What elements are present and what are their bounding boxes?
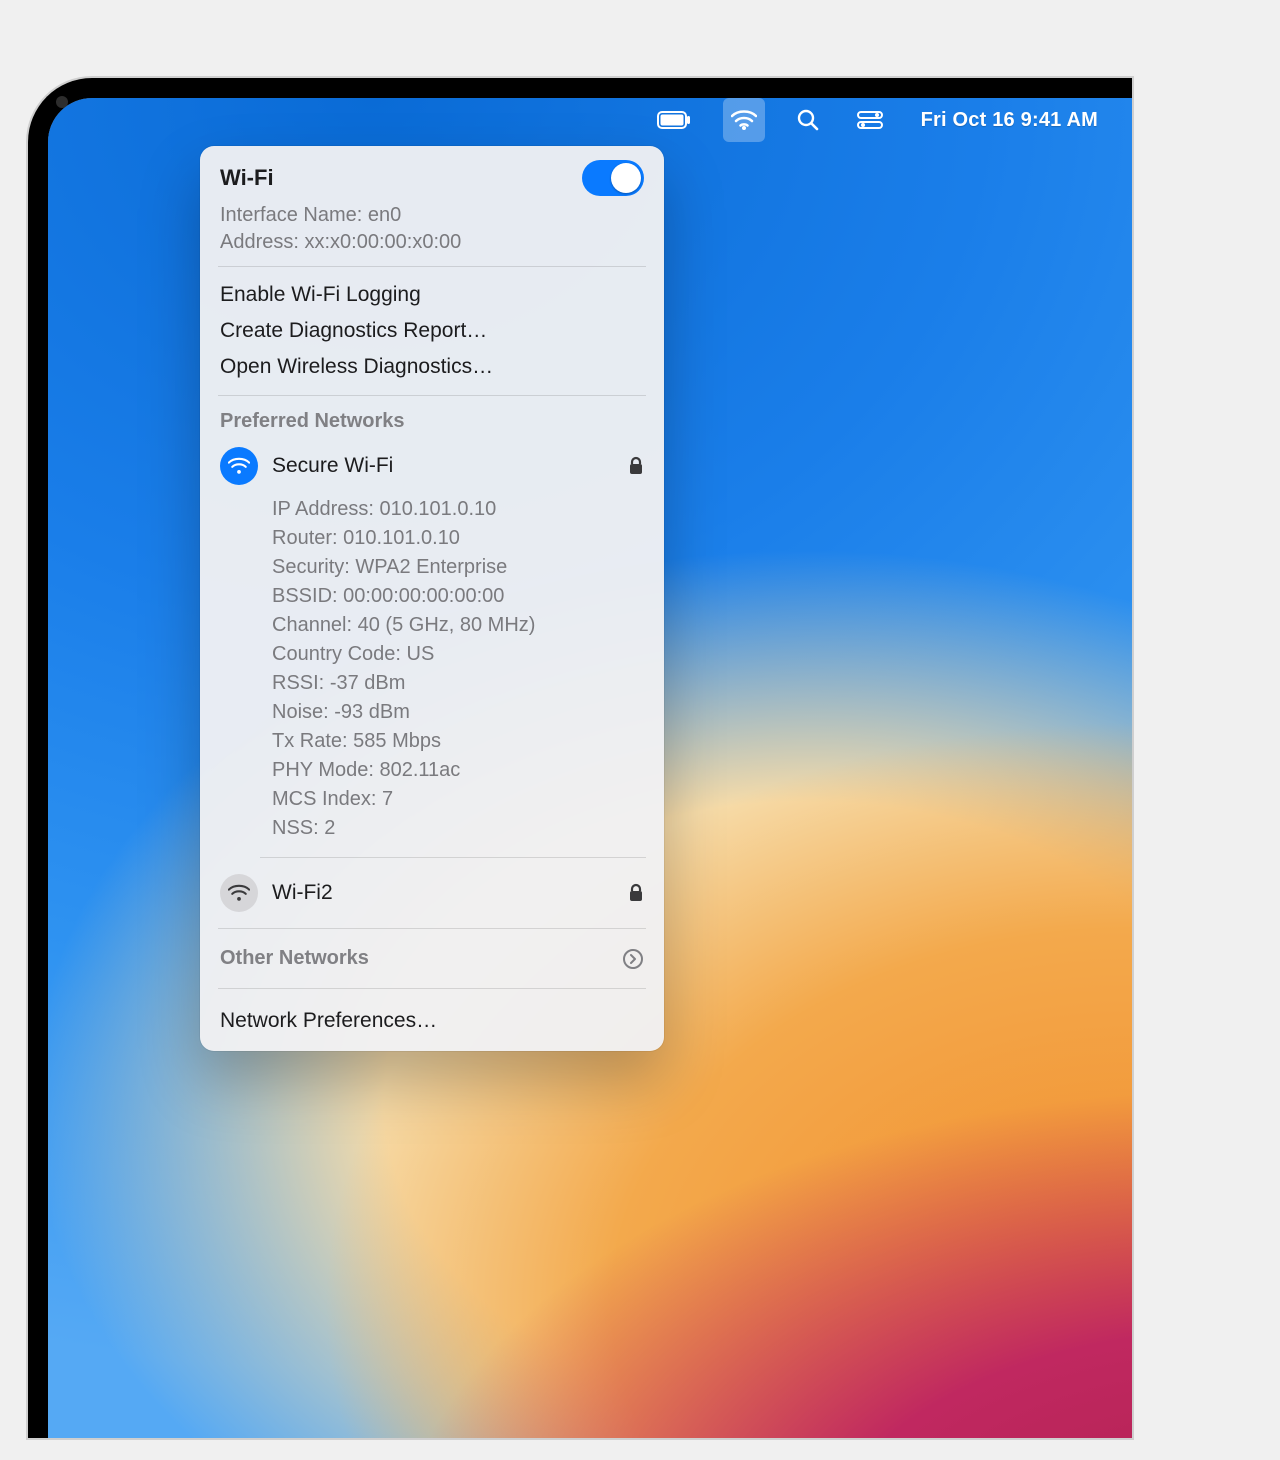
control-center-icon[interactable] — [851, 98, 889, 142]
wifi-menu-panel: Wi-Fi Interface Name: en0 Address: xx:x0… — [200, 146, 664, 1051]
interface-name-row: Interface Name: en0 — [200, 202, 664, 229]
other-networks-label: Other Networks — [220, 947, 369, 970]
spotlight-search-icon[interactable] — [791, 98, 825, 142]
divider — [218, 395, 646, 396]
wifi-panel-title: Wi-Fi — [220, 165, 274, 191]
network-row-known[interactable]: Wi-Fi2 — [200, 868, 664, 918]
divider — [218, 988, 646, 989]
lock-icon — [628, 883, 644, 903]
lock-icon — [628, 456, 644, 476]
other-networks[interactable]: Other Networks — [200, 939, 664, 978]
open-wireless-diagnostics[interactable]: Open Wireless Diagnostics… — [200, 349, 664, 385]
enable-wifi-logging[interactable]: Enable Wi-Fi Logging — [200, 277, 664, 313]
mac-address-row: Address: xx:x0:00:00:x0:00 — [200, 229, 664, 256]
chevron-right-circle-icon — [622, 948, 644, 970]
divider — [218, 928, 646, 929]
battery-status-icon[interactable] — [651, 98, 697, 142]
network-name: Wi-Fi2 — [272, 881, 614, 905]
menubar: Fri Oct 16 9:41 AM — [48, 98, 1132, 142]
wifi-icon — [220, 874, 258, 912]
network-preferences[interactable]: Network Preferences… — [200, 999, 664, 1043]
divider — [218, 266, 646, 267]
preferred-networks-label: Preferred Networks — [200, 406, 664, 441]
wifi-toggle[interactable] — [582, 160, 644, 196]
camera-dot — [56, 96, 68, 108]
network-row-connected[interactable]: Secure Wi-Fi — [200, 441, 664, 491]
menubar-datetime[interactable]: Fri Oct 16 9:41 AM — [915, 98, 1104, 142]
wifi-status-icon[interactable] — [723, 98, 765, 142]
network-details: IP Address: 010.101.0.10 Router: 010.101… — [200, 491, 664, 847]
network-name: Secure Wi-Fi — [272, 454, 614, 478]
divider — [260, 857, 646, 858]
create-diagnostics-report[interactable]: Create Diagnostics Report… — [200, 313, 664, 349]
wifi-connected-icon — [220, 447, 258, 485]
